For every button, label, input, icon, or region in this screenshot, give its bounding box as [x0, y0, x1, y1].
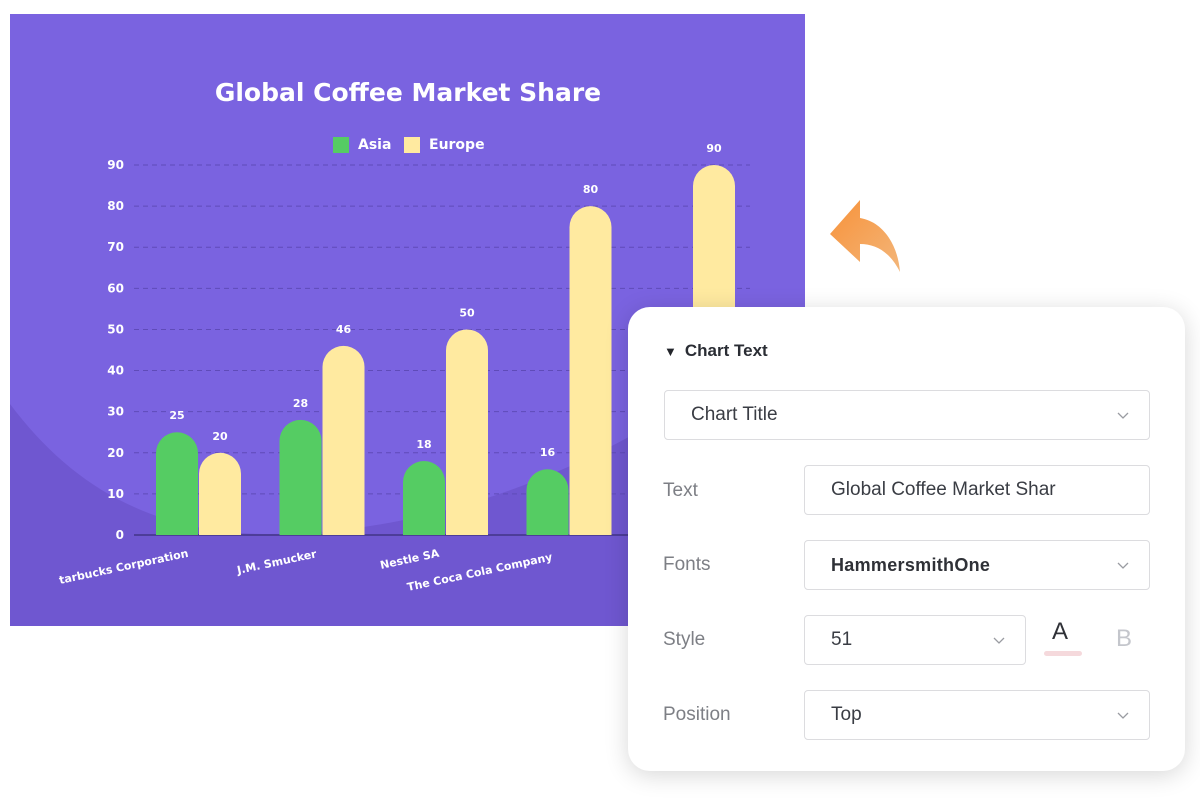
y-tick-label: 60 — [107, 281, 124, 295]
legend: Asia Europe — [333, 137, 485, 153]
section-title: Chart Text — [684, 341, 768, 360]
fonts-label: Fonts — [663, 554, 711, 575]
chevron-down-icon — [1117, 562, 1129, 569]
legend-label-europe: Europe — [429, 137, 485, 153]
bar-asia — [279, 419, 322, 535]
chart-text-panel: ▼ Chart Text Chart Title Text Global Cof… — [628, 307, 1185, 771]
data-label: 50 — [459, 306, 475, 319]
y-tick-label: 50 — [107, 322, 124, 336]
bar-asia — [403, 461, 445, 535]
y-tick-label: 20 — [107, 446, 124, 460]
y-tick-label: 70 — [107, 240, 124, 254]
bold-icon: B — [1116, 625, 1133, 652]
text-input-value: Global Coffee Market Shar — [831, 479, 1056, 500]
position-select[interactable]: Top — [804, 690, 1150, 740]
text-label: Text — [663, 480, 698, 501]
data-label: 25 — [169, 409, 184, 422]
data-label: 18 — [416, 438, 431, 451]
bar-europe — [199, 452, 241, 535]
curved-arrow-icon — [830, 200, 900, 272]
text-input[interactable]: Global Coffee Market Shar — [804, 465, 1150, 515]
chart-text-section-toggle[interactable]: ▼ Chart Text — [664, 341, 768, 361]
data-label: 90 — [706, 142, 722, 155]
legend-swatch-europe — [404, 137, 420, 153]
bar-asia — [156, 432, 198, 535]
bar-europe — [446, 329, 488, 535]
font-size-value: 51 — [831, 629, 853, 650]
data-label: 46 — [336, 323, 352, 336]
bar-europe — [322, 345, 365, 535]
data-label: 80 — [583, 183, 599, 196]
font-family-value: HammersmithOne — [831, 554, 991, 575]
triangle-down-icon: ▼ — [664, 343, 677, 359]
y-tick-label: 30 — [107, 405, 124, 419]
chevron-down-icon — [1117, 412, 1129, 419]
position-label: Position — [663, 704, 731, 725]
y-tick-label: 40 — [107, 364, 124, 378]
y-tick-label: 90 — [107, 158, 124, 172]
text-element-select[interactable]: Chart Title — [664, 390, 1150, 440]
font-color-swatch — [1044, 651, 1082, 656]
bar-europe — [569, 206, 612, 535]
bar-asia — [526, 469, 569, 535]
style-label: Style — [663, 629, 706, 650]
legend-swatch-asia — [333, 137, 349, 153]
position-value: Top — [831, 704, 862, 725]
y-tick-label: 80 — [107, 199, 124, 213]
font-family-select[interactable]: HammersmithOne — [804, 540, 1150, 590]
chevron-down-icon — [1117, 712, 1129, 719]
chevron-down-icon — [993, 637, 1005, 644]
data-label: 16 — [540, 446, 556, 459]
y-tick-label: 10 — [107, 487, 124, 501]
y-tick-label: 0 — [116, 528, 124, 542]
data-label: 20 — [212, 430, 228, 443]
bold-button[interactable]: B — [1116, 625, 1132, 653]
legend-label-asia: Asia — [358, 137, 391, 153]
data-label: 28 — [293, 397, 308, 410]
font-color-button[interactable]: A — [1044, 618, 1082, 656]
font-size-select[interactable]: 51 — [804, 615, 1026, 665]
font-color-icon: A — [1052, 618, 1069, 645]
chart-title[interactable]: Global Coffee Market Share — [215, 78, 601, 107]
text-element-value: Chart Title — [691, 404, 778, 425]
